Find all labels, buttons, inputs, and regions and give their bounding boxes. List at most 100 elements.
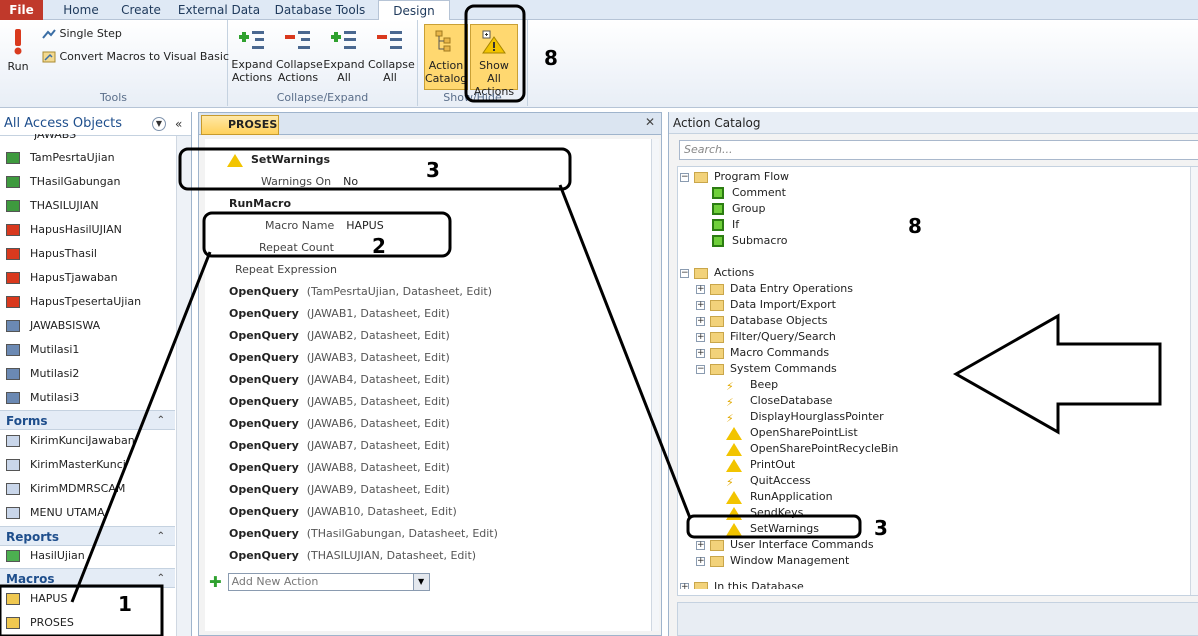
nav-item[interactable]: HapusTpesertaUjian	[6, 291, 141, 313]
system-command-item[interactable]: ⚡ QuitAccess	[726, 473, 811, 489]
tab-create[interactable]: Create	[112, 0, 170, 20]
expand-icon[interactable]: +	[696, 332, 705, 342]
openquery-action[interactable]: OpenQuery (JAWAB1, Datasheet, Edit)	[229, 307, 450, 320]
collapse-actions-button[interactable]: Collapse Actions	[276, 28, 323, 84]
program-flow-item[interactable]: If	[712, 217, 739, 233]
actions-node[interactable]: − Actions	[680, 265, 754, 281]
nav-item[interactable]: HapusHasilUJIAN	[6, 219, 122, 241]
expand-icon[interactable]: +	[696, 300, 705, 310]
openquery-action[interactable]: OpenQuery (JAWAB7, Datasheet, Edit)	[229, 439, 450, 452]
tab-external-data[interactable]: External Data	[174, 0, 264, 20]
runmacro-action[interactable]: RunMacro	[229, 197, 291, 210]
macros-section[interactable]: Macros ⌃	[0, 568, 175, 588]
nav-item[interactable]: JAWABSISWA	[6, 315, 100, 337]
forms-section[interactable]: Forms ⌃	[0, 410, 175, 430]
nav-item[interactable]: HapusThasil	[6, 243, 97, 265]
openquery-action[interactable]: OpenQuery (JAWAB8, Datasheet, Edit)	[229, 461, 450, 474]
nav-collapse-icon[interactable]: «	[175, 112, 182, 136]
nav-item[interactable]: MENU UTAMA	[6, 502, 105, 524]
openquery-action[interactable]: OpenQuery (THASILUJIAN, Datasheet, Edit)	[229, 549, 476, 562]
nav-item[interactable]: HAPUS	[6, 588, 67, 610]
program-flow-node[interactable]: − Program Flow	[680, 169, 789, 185]
collapse-section-icon[interactable]: ⌃	[157, 411, 165, 431]
openquery-action[interactable]: OpenQuery (JAWAB4, Datasheet, Edit)	[229, 373, 450, 386]
nav-item[interactable]: KirimMDMRSCAM	[6, 478, 125, 500]
tab-design[interactable]: Design	[378, 0, 450, 21]
nav-item[interactable]: HasilUjian	[6, 545, 85, 567]
nav-item[interactable]: KirimKunciJawaban	[6, 430, 135, 452]
openquery-action[interactable]: OpenQuery (THasilGabungan, Datasheet, Edi…	[229, 527, 498, 540]
action-group-node[interactable]: + Macro Commands	[696, 345, 829, 361]
action-group-node[interactable]: − System Commands	[696, 361, 837, 377]
expand-actions-button[interactable]: Expand Actions	[230, 28, 274, 84]
system-command-item[interactable]: OpenSharePointList	[726, 425, 858, 441]
system-command-item[interactable]: SendKeys	[726, 505, 803, 521]
tab-home[interactable]: Home	[52, 0, 110, 20]
action-group-node[interactable]: + Filter/Query/Search	[696, 329, 836, 345]
action-catalog-button[interactable]: Action Catalog	[424, 24, 468, 90]
openquery-action[interactable]: OpenQuery (TamPesrtaUjian, Datasheet, Edi…	[229, 285, 492, 298]
collapse-all-button[interactable]: Collapse All	[368, 28, 415, 84]
nav-item[interactable]: PROSES	[6, 612, 74, 634]
system-command-item[interactable]: SetWarnings	[726, 521, 819, 537]
expand-icon[interactable]: +	[696, 284, 705, 294]
nav-dropdown-icon[interactable]: ▼	[152, 117, 166, 131]
macro-scrollbar[interactable]	[651, 139, 659, 631]
expand-icon[interactable]: +	[696, 348, 705, 358]
system-command-item[interactable]: RunApplication	[726, 489, 833, 505]
single-step-button[interactable]: Single Step	[42, 27, 122, 40]
convert-macros-button[interactable]: Convert Macros to Visual Basic	[42, 50, 229, 64]
collapse-icon[interactable]: −	[696, 364, 705, 374]
openquery-action[interactable]: OpenQuery (JAWAB5, Datasheet, Edit)	[229, 395, 450, 408]
nav-item[interactable]: HapusTjawaban	[6, 267, 118, 289]
reports-section[interactable]: Reports ⌃	[0, 526, 175, 546]
nav-item[interactable]: Mutilasi2	[6, 363, 79, 385]
expand-icon[interactable]: +	[696, 316, 705, 326]
run-button[interactable]: Run	[4, 28, 32, 73]
system-command-item[interactable]: ⚡ CloseDatabase	[726, 393, 832, 409]
in-this-database-node[interactable]: + In this Database	[680, 579, 804, 589]
action-group-node[interactable]: + Database Objects	[696, 313, 828, 329]
openquery-action[interactable]: OpenQuery (JAWAB3, Datasheet, Edit)	[229, 351, 450, 364]
nav-item[interactable]: Mutilasi1	[6, 339, 79, 361]
openquery-action[interactable]: OpenQuery (JAWAB9, Datasheet, Edit)	[229, 483, 450, 496]
add-new-action-dropdown[interactable]: Add New Action ▼	[227, 573, 430, 591]
system-command-item[interactable]: PrintOut	[726, 457, 795, 473]
nav-item[interactable]: TamPesrtaUjian	[6, 147, 115, 169]
tab-database-tools[interactable]: Database Tools	[270, 0, 370, 20]
close-icon[interactable]: ✕	[645, 115, 655, 129]
nav-item[interactable]: Mutilasi3	[6, 387, 79, 409]
action-group-node[interactable]: + User Interface Commands	[696, 537, 874, 553]
expand-icon[interactable]: +	[696, 540, 705, 550]
nav-pane-header[interactable]: All Access Objects ▼ «	[0, 112, 191, 136]
expand-all-button[interactable]: Expand All	[322, 28, 366, 84]
show-all-actions-button[interactable]: Show All Actions	[470, 24, 518, 98]
program-flow-item[interactable]: Group	[712, 201, 766, 217]
setwarnings-action[interactable]: SetWarnings	[227, 153, 330, 167]
tab-proses[interactable]: PROSES	[201, 115, 279, 135]
catalog-search-input[interactable]: Search...	[679, 140, 1198, 160]
chevron-down-icon[interactable]: ▼	[412, 574, 429, 590]
collapse-section-icon[interactable]: ⌃	[157, 527, 165, 547]
system-command-item[interactable]: OpenSharePointRecycleBin	[726, 441, 898, 457]
program-flow-item[interactable]: Comment	[712, 185, 786, 201]
nav-item[interactable]: THASILUJIAN	[6, 195, 99, 217]
nav-scrollbar[interactable]	[176, 136, 191, 636]
action-group-node[interactable]: + Data Import/Export	[696, 297, 836, 313]
nav-item[interactable]: KirimMasterKunci	[6, 454, 126, 476]
expand-icon[interactable]: +	[696, 556, 705, 566]
catalog-scrollbar[interactable]	[1190, 167, 1198, 595]
tab-file[interactable]: File	[0, 0, 43, 20]
expand-icon[interactable]: +	[680, 582, 689, 589]
collapse-icon[interactable]: −	[680, 172, 689, 182]
collapse-icon[interactable]: −	[680, 268, 689, 278]
openquery-action[interactable]: OpenQuery (JAWAB10, Datasheet, Edit)	[229, 505, 457, 518]
system-command-item[interactable]: ⚡ Beep	[726, 377, 778, 393]
system-command-item[interactable]: ⚡ DisplayHourglassPointer	[726, 409, 884, 425]
action-group-node[interactable]: + Data Entry Operations	[696, 281, 853, 297]
program-flow-item[interactable]: Submacro	[712, 233, 787, 249]
collapse-section-icon[interactable]: ⌃	[157, 569, 165, 589]
action-group-node[interactable]: + Window Management	[696, 553, 849, 569]
nav-item[interactable]: THasilGabungan	[6, 171, 120, 193]
openquery-action[interactable]: OpenQuery (JAWAB6, Datasheet, Edit)	[229, 417, 450, 430]
